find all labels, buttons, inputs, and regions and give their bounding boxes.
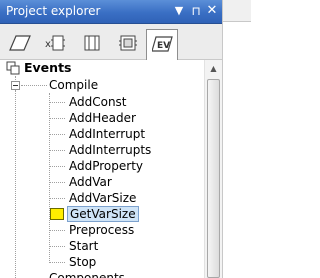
tree-connector (49, 150, 65, 151)
collapse-icon[interactable] (11, 81, 20, 90)
component-box-icon (119, 35, 137, 51)
adjacent-pane (222, 0, 251, 278)
tree-item-start[interactable]: Start (67, 238, 100, 254)
tree-group-compile[interactable]: Compile (49, 77, 98, 93)
tree-item-addconst[interactable]: AddConst (67, 94, 129, 110)
tree-group-components[interactable]: Components (49, 270, 125, 278)
tree-connector (49, 198, 65, 199)
tree-connector (49, 246, 65, 247)
tree-connector (15, 90, 16, 278)
tree-item-addproperty[interactable]: AddProperty (67, 158, 145, 174)
tree-item-addinterrupts[interactable]: AddInterrupts (67, 142, 153, 158)
adjacent-pane-strip (223, 0, 251, 22)
tool-button-x-component[interactable]: x (40, 29, 72, 56)
close-icon[interactable]: ✕ (204, 3, 220, 19)
tree-connector (49, 134, 65, 135)
tool-button-component-box[interactable] (112, 29, 144, 56)
view-toolbar: x EV (0, 24, 222, 60)
tree-root-events[interactable]: Events (24, 60, 71, 76)
tree-connector (49, 166, 65, 167)
chevron-down-icon[interactable]: ▼ (171, 3, 187, 19)
tree-connector (21, 85, 47, 86)
tree-item-stop[interactable]: Stop (67, 254, 98, 270)
component-icon (84, 35, 100, 51)
tool-button-component[interactable] (76, 29, 108, 56)
tree-connector (49, 102, 65, 103)
scrollbar-thumb[interactable] (207, 79, 220, 278)
tree-connector (49, 262, 65, 263)
tree-item-getvarsize[interactable]: GetVarSize (67, 206, 139, 222)
pin-icon[interactable]: ⊓ (188, 3, 204, 19)
events-tree-icon (6, 61, 20, 75)
tree-item-addvar[interactable]: AddVar (67, 174, 114, 190)
panel-title: Project explorer (6, 4, 101, 18)
tree-item-addvarsize[interactable]: AddVarSize (67, 190, 138, 206)
project-tree[interactable]: Events Compile AddConst AddHeader AddInt… (0, 60, 204, 278)
tool-button-parallelogram[interactable] (4, 29, 36, 56)
tree-item-preprocess[interactable]: Preprocess (67, 222, 136, 238)
tree-scrollbar[interactable]: ▲ (204, 60, 222, 278)
breakpoint-marker-icon (50, 208, 64, 220)
parallelogram-icon (9, 35, 31, 51)
tree-item-addinterrupt[interactable]: AddInterrupt (67, 126, 147, 142)
tool-button-events[interactable]: EV (146, 29, 178, 60)
events-icon: EV (152, 36, 173, 52)
tree-item-addheader[interactable]: AddHeader (67, 110, 138, 126)
scroll-up-icon[interactable]: ▲ (205, 60, 222, 77)
tree-connector (49, 118, 65, 119)
panel-titlebar: Project explorer ▼ ⊓ ✕ (0, 0, 222, 24)
tree-connector (49, 230, 65, 231)
x-component-icon: x (45, 35, 65, 51)
svg-text:EV: EV (157, 41, 170, 51)
svg-text:x: x (45, 39, 51, 50)
tree-connector (49, 182, 65, 183)
